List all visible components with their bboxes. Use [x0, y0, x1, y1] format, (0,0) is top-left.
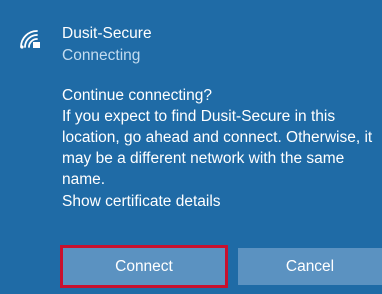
network-status: Connecting [62, 47, 141, 64]
wifi-secure-icon [20, 30, 40, 49]
message-body-line: location, go ahead and connect. Otherwis… [62, 129, 373, 146]
message-title: Continue connecting? [62, 87, 212, 104]
message-body-line: may be a different network with the same [62, 150, 345, 167]
wifi-network-panel: Dusit-Secure Connecting Continue connect… [0, 0, 382, 294]
cancel-button[interactable]: Cancel [238, 248, 382, 285]
message-body-line: name. [62, 171, 106, 188]
network-name: Dusit-Secure [62, 25, 152, 42]
message-block: Continue connecting? If you expect to fi… [62, 85, 382, 190]
connect-button[interactable]: Connect [60, 245, 228, 288]
show-certificate-link[interactable]: Show certificate details [62, 193, 221, 211]
message-body-line: If you expect to find Dusit-Secure in th… [62, 108, 336, 125]
